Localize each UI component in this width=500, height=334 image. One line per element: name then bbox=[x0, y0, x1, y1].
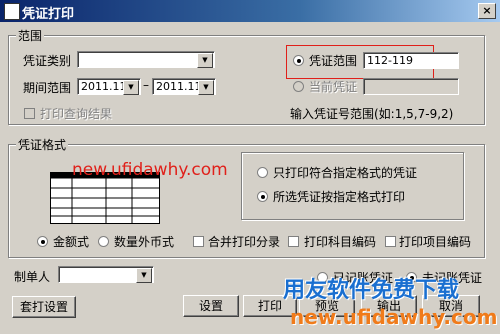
settings-button[interactable]: 设置 bbox=[183, 295, 239, 317]
voucher-range-input[interactable]: 112-119 bbox=[363, 52, 459, 69]
voucher-type-select[interactable]: ▼ bbox=[77, 51, 215, 68]
range-legend: 范围 bbox=[16, 27, 45, 44]
period-from-select[interactable]: 2011.11 ▼ bbox=[77, 78, 141, 95]
current-voucher-input[interactable] bbox=[363, 78, 459, 95]
merge-entries-label: 合并打印分录 bbox=[208, 235, 281, 249]
close-button[interactable]: × bbox=[478, 3, 496, 19]
watermark-url-top: new.ufidawhy.com bbox=[72, 160, 228, 180]
only-matching-radio[interactable] bbox=[257, 167, 268, 178]
app-icon bbox=[4, 3, 20, 20]
all-by-format-label: 所选凭证按指定格式打印 bbox=[273, 190, 406, 204]
chevron-down-icon[interactable]: ▼ bbox=[198, 80, 214, 95]
format-options-box bbox=[241, 152, 464, 220]
merge-entries-checkbox[interactable] bbox=[193, 236, 204, 247]
preparer-select[interactable]: ▼ bbox=[58, 266, 154, 283]
current-voucher-label: 当前凭证 bbox=[309, 80, 358, 94]
chevron-down-icon[interactable]: ▼ bbox=[197, 53, 213, 68]
current-voucher-radio[interactable] bbox=[293, 81, 304, 92]
template-settings-button[interactable]: 套打设置 bbox=[12, 296, 76, 318]
print-item-code-checkbox[interactable] bbox=[385, 236, 396, 247]
voucher-range-radio[interactable] bbox=[293, 55, 304, 66]
voucher-range-label: 凭证范围 bbox=[309, 54, 358, 68]
print-query-results-label: 打印查询结果 bbox=[40, 107, 113, 121]
print-subject-code-checkbox[interactable] bbox=[288, 236, 299, 247]
amount-style-label: 金额式 bbox=[53, 235, 90, 249]
title-bar: 凭证打印 × bbox=[0, 0, 500, 22]
all-by-format-radio[interactable] bbox=[257, 191, 268, 202]
foreign-style-radio[interactable] bbox=[98, 236, 109, 247]
range-hint: 输入凭证号范围(如:1,5,7-9,2) bbox=[290, 107, 454, 121]
chevron-down-icon[interactable]: ▼ bbox=[136, 268, 152, 283]
chevron-down-icon[interactable]: ▼ bbox=[123, 80, 139, 95]
period-label: 期间范围 bbox=[23, 81, 72, 95]
format-legend: 凭证格式 bbox=[16, 136, 69, 153]
print-query-results-checkbox[interactable] bbox=[24, 108, 35, 119]
print-item-code-label: 打印项目编码 bbox=[399, 235, 472, 249]
watermark-brand: 用友软件免费下载 bbox=[283, 278, 460, 303]
foreign-style-label: 数量外币式 bbox=[114, 235, 175, 249]
only-matching-label: 只打印符合指定格式的凭证 bbox=[273, 166, 418, 180]
preparer-label: 制单人 bbox=[14, 270, 51, 284]
print-subject-code-label: 打印科目编码 bbox=[304, 235, 377, 249]
amount-style-radio[interactable] bbox=[37, 236, 48, 247]
watermark-url: new.ufidawhy.com bbox=[290, 305, 498, 329]
window-title: 凭证打印 bbox=[22, 7, 75, 22]
voucher-type-label: 凭证类别 bbox=[23, 54, 72, 68]
range-dash: – bbox=[143, 78, 149, 92]
period-to-select[interactable]: 2011.11 ▼ bbox=[152, 78, 216, 95]
